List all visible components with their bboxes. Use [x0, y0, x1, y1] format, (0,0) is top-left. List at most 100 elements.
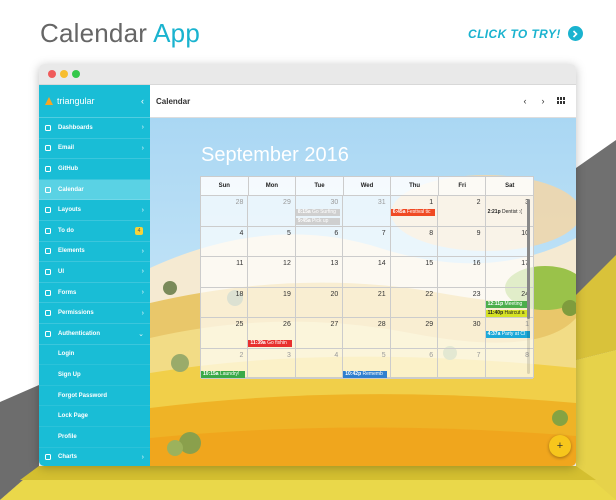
event-time: 6:45a [392, 209, 406, 215]
calendar-event[interactable]: 11:39a Go fishin [248, 340, 293, 347]
day-cell[interactable]: 25 [201, 318, 249, 349]
day-cell[interactable]: 12 [248, 257, 296, 288]
calendar-event[interactable]: 9:45a Pick up [295, 218, 340, 225]
day-cell[interactable]: 10 [485, 227, 533, 257]
day-cell[interactable]: 22 [390, 287, 439, 318]
toolbar-title: Calendar [156, 96, 191, 106]
day-cell[interactable]: 18 [201, 287, 249, 318]
sidebar-item-charts[interactable]: Charts › [39, 448, 150, 467]
calendar-scene: September 2016 Sun Mon Tue Wed Thu Fri Sat 28 2… [150, 118, 576, 466]
day-cell[interactable]: 15 [390, 257, 439, 288]
sidebar-item-calendar[interactable]: Calendar [39, 179, 150, 201]
weekday-wed: Wed [344, 177, 392, 195]
day-cell[interactable]: 28 [343, 318, 391, 349]
prev-month-button[interactable]: ‹ [516, 91, 534, 111]
sidebar-item-elements[interactable]: Elements › [39, 242, 150, 263]
day-number: 18 [235, 290, 244, 298]
day-cell[interactable]: 2 [438, 196, 486, 227]
day-cell[interactable]: 17 [485, 257, 533, 288]
promo-stage: Calendar App CLICK TO TRY! triangular ‹ … [0, 0, 616, 500]
day-cell[interactable]: 19 [248, 287, 296, 318]
day-cell[interactable]: 30 [438, 318, 486, 349]
day-cell[interactable]: 14 [343, 257, 391, 288]
day-number: 22 [425, 290, 434, 298]
event-title: Pick up [310, 218, 329, 224]
day-cell[interactable]: 1 6:45a Festival tic [390, 196, 439, 227]
sidebar-item-to-do[interactable]: To do 4 [39, 221, 150, 242]
day-cell[interactable]: 16 [438, 257, 486, 288]
sidebar-item-authentication[interactable]: Authentication ⌄ [39, 324, 150, 345]
sidebar-subitem-lock-page[interactable]: Lock Page [39, 406, 150, 427]
sidebar-item-github[interactable]: GitHub [39, 159, 150, 180]
elements-icon [45, 248, 51, 255]
day-cell[interactable]: 5 [248, 226, 296, 257]
chevron-down-icon: ⌄ [138, 330, 144, 338]
day-cell[interactable]: 31 [343, 196, 391, 227]
weekday-sat: Sat [505, 183, 515, 189]
sidebar-item-label: Authentication [58, 330, 100, 337]
day-cell[interactable]: 21 [343, 287, 391, 318]
ui-icon [45, 268, 51, 275]
day-cell[interactable]: 3 [248, 348, 296, 379]
sidebar-subitem-forgot-password[interactable]: Forgot Password [39, 386, 150, 407]
close-window-button[interactable] [48, 70, 56, 78]
sidebar-subitem-login[interactable]: Login [39, 345, 150, 366]
calendar-event[interactable]: 11:40p Haircut a [485, 309, 530, 317]
day-number: 9 [476, 229, 481, 237]
sidebar-item-permissions[interactable]: Permissions › [39, 303, 150, 324]
day-cell[interactable]: 20 [295, 287, 344, 318]
day-cell[interactable]: 2 10:15a Laundry! [201, 348, 249, 379]
collapse-sidebar-icon[interactable]: ‹ [141, 96, 144, 106]
scrollbar-thumb[interactable] [527, 199, 530, 319]
day-cell[interactable]: 8 [485, 349, 533, 379]
sidebar-subitem-profile[interactable]: Profile [39, 427, 150, 448]
layouts-icon [45, 207, 51, 214]
day-number: 3 [286, 351, 291, 359]
day-cell[interactable]: 29 [390, 318, 439, 349]
calendar-event[interactable]: 12:11p Meeting [485, 300, 530, 308]
minimize-window-button[interactable] [60, 70, 68, 78]
day-cell[interactable]: 8 [390, 226, 439, 257]
click-to-try-link[interactable]: CLICK TO TRY! [468, 26, 583, 41]
calendar-event[interactable]: 2:21p Dentist :( [486, 209, 530, 216]
day-cell[interactable]: 26 11:39a Go fishin [248, 318, 296, 349]
triangle-logo-icon [45, 97, 53, 105]
next-month-button[interactable]: › [534, 91, 552, 111]
day-cell[interactable]: 4 [201, 226, 249, 257]
day-cell[interactable]: 7 [438, 348, 486, 379]
sidebar-item-layouts[interactable]: Layouts › [39, 200, 150, 221]
calendar-scrollbar[interactable] [527, 199, 530, 374]
sidebar-item-ui[interactable]: UI › [39, 262, 150, 283]
day-cell[interactable]: 11 [201, 257, 249, 288]
day-cell[interactable]: 6 [295, 226, 344, 257]
day-cell[interactable]: 6 [390, 348, 439, 379]
sidebar-item-forms[interactable]: Forms › [39, 283, 150, 304]
day-cell[interactable]: 29 [248, 196, 296, 227]
sidebar-subitem-sign-up[interactable]: Sign Up [39, 365, 150, 386]
day-cell[interactable]: 13 [295, 257, 344, 288]
day-cell[interactable]: 23 [438, 287, 486, 318]
day-cell[interactable]: 32:21p Dentist :( [485, 196, 533, 227]
calendar-event[interactable]: 4:37a Party at Cl [485, 331, 530, 338]
calendar-event[interactable]: 6:45a Festival tic [390, 209, 435, 216]
sidebar-item-dashboards[interactable]: Dashboards › [39, 118, 150, 139]
cta-label: CLICK TO TRY! [468, 26, 561, 41]
day-cell[interactable]: 24 12:11p Meeting 11:40p Haircut a [485, 288, 533, 318]
add-event-button[interactable]: + [549, 435, 571, 457]
calendar-event[interactable]: 8:15a Go Surfing [295, 209, 340, 216]
day-cell[interactable]: 9 [438, 226, 486, 257]
sidebar-item-email[interactable]: Email › [39, 139, 150, 160]
view-grid-button[interactable] [552, 91, 570, 111]
day-cell[interactable]: 7 [343, 226, 391, 257]
calendar-event[interactable]: 10:42p Rememb [343, 370, 388, 378]
day-cell[interactable]: 27 [295, 318, 344, 349]
calendar-event[interactable]: 10:15a Laundry! [201, 370, 245, 378]
day-cell[interactable]: 28 [201, 196, 249, 227]
day-cell[interactable]: 30 8:15a Go Surfing 9:45a Pick up [295, 196, 344, 227]
day-cell[interactable]: 1 4:37a Party at Cl [485, 318, 533, 349]
day-cell[interactable]: 5 10:42p Rememb [343, 348, 391, 379]
day-number: 4 [334, 351, 339, 359]
day-number: 13 [330, 260, 339, 267]
maximize-window-button[interactable] [72, 70, 80, 78]
day-cell[interactable]: 4 [295, 348, 344, 379]
